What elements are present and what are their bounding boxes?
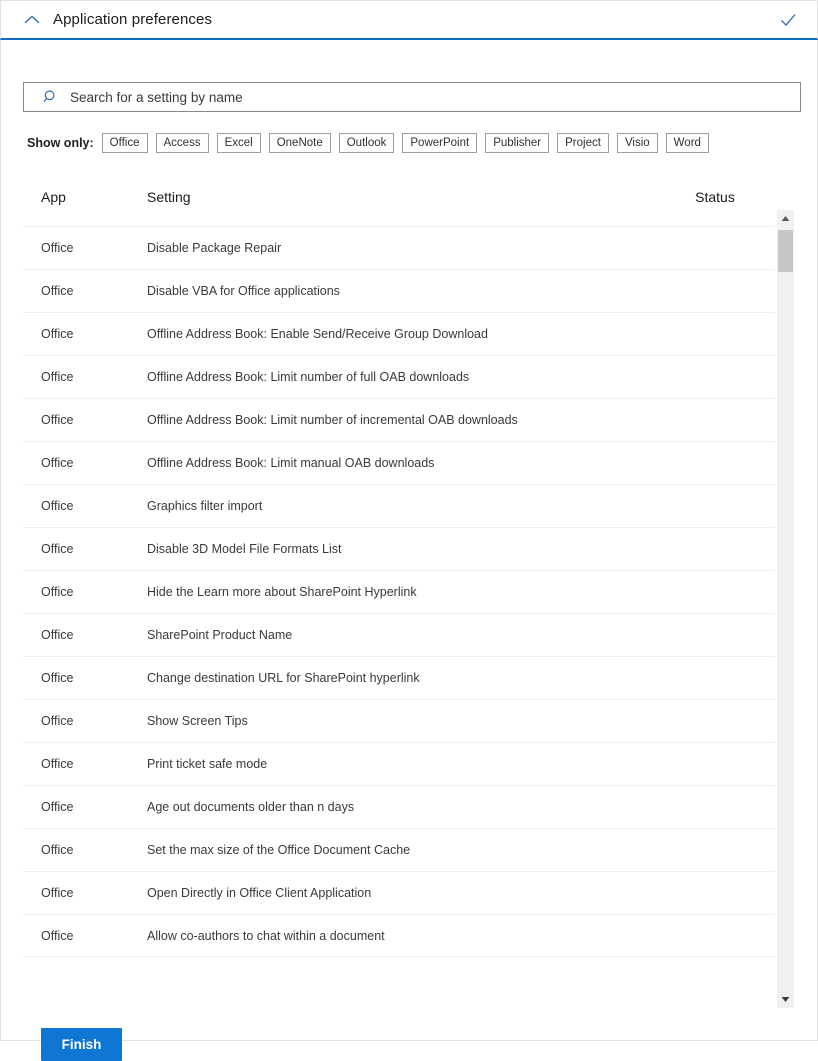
table-row[interactable]: Office Set the max size of the Office Doc… bbox=[23, 828, 775, 871]
cell-setting: Graphics filter import bbox=[147, 499, 263, 513]
cell-app: Office bbox=[41, 370, 74, 384]
filter-chip-office[interactable]: Office bbox=[101, 133, 148, 153]
cell-app: Office bbox=[41, 413, 74, 427]
cell-setting: Offline Address Book: Limit number of in… bbox=[147, 413, 518, 427]
cell-app: Office bbox=[41, 499, 74, 513]
cell-setting: Hide the Learn more about SharePoint Hyp… bbox=[147, 585, 417, 599]
cell-setting: Print ticket safe mode bbox=[147, 757, 268, 771]
cell-app: Office bbox=[41, 671, 74, 685]
filter-chip-excel[interactable]: Excel bbox=[216, 133, 261, 153]
search-box[interactable] bbox=[23, 82, 801, 112]
filter-chip-access[interactable]: Access bbox=[155, 133, 209, 153]
filter-chip-outlook[interactable]: Outlook bbox=[338, 133, 395, 153]
cell-setting: Disable VBA for Office applications bbox=[147, 284, 340, 298]
column-header-app: App bbox=[41, 189, 66, 205]
cell-setting: Age out documents older than n days bbox=[147, 800, 355, 814]
finish-button[interactable]: Finish bbox=[41, 1028, 122, 1061]
cell-setting: SharePoint Product Name bbox=[147, 628, 293, 642]
search-input[interactable] bbox=[70, 89, 792, 105]
show-only-label: Show only: bbox=[27, 136, 94, 150]
table-row[interactable]: Office Print ticket safe mode bbox=[23, 742, 775, 785]
chevron-up-icon[interactable] bbox=[15, 1, 49, 39]
table-header-row: App Setting Status bbox=[23, 168, 775, 226]
table-row[interactable]: Office Age out documents older than n day… bbox=[23, 785, 775, 828]
scroll-up-arrow-icon[interactable] bbox=[777, 210, 794, 227]
table-row[interactable]: Office Disable 3D Model File Formats List bbox=[23, 527, 775, 570]
filter-bar: Show only: Office Access Excel OneNote O… bbox=[27, 132, 717, 154]
cell-app: Office bbox=[41, 757, 74, 771]
table-row[interactable]: Office Disable VBA for Office application… bbox=[23, 269, 775, 312]
cell-setting: Disable 3D Model File Formats List bbox=[147, 542, 342, 556]
cell-app: Office bbox=[41, 843, 74, 857]
cell-setting: Show Screen Tips bbox=[147, 714, 248, 728]
cell-setting: Set the max size of the Office Document … bbox=[147, 843, 411, 857]
table-row[interactable]: Office Show Screen Tips bbox=[23, 699, 775, 742]
checkmark-icon[interactable] bbox=[777, 9, 799, 31]
cell-app: Office bbox=[41, 714, 74, 728]
filter-chip-powerpoint[interactable]: PowerPoint bbox=[402, 133, 478, 153]
table-row[interactable]: Office Allow co-authors to chat within a … bbox=[23, 914, 775, 957]
filter-chip-onenote[interactable]: OneNote bbox=[268, 133, 331, 153]
column-header-status: Status bbox=[695, 189, 735, 205]
cell-app: Office bbox=[41, 456, 74, 470]
cell-app: Office bbox=[41, 800, 74, 814]
filter-chip-project[interactable]: Project bbox=[557, 133, 609, 153]
table-row[interactable]: Office SharePoint Product Name bbox=[23, 613, 775, 656]
scrollbar-thumb[interactable] bbox=[778, 230, 793, 272]
cell-app: Office bbox=[41, 585, 74, 599]
table-row[interactable]: Office Offline Address Book: Limit manual… bbox=[23, 441, 775, 484]
cell-app: Office bbox=[41, 928, 74, 943]
cell-app: Office bbox=[41, 327, 74, 341]
filter-chip-visio[interactable]: Visio bbox=[616, 133, 658, 153]
cell-setting: Allow co-authors to chat within a docume… bbox=[147, 928, 385, 943]
table-body: Office Disable Package Repair Office Disabl… bbox=[23, 226, 775, 957]
scroll-down-arrow-icon[interactable] bbox=[777, 991, 794, 1008]
cell-app: Office bbox=[41, 628, 74, 642]
table-row[interactable]: Office Change destination URL for SharePo… bbox=[23, 656, 775, 699]
cell-setting: Disable Package Repair bbox=[147, 241, 282, 255]
cell-app: Office bbox=[41, 284, 74, 298]
table-row[interactable]: Office Open Directly in Office Client App… bbox=[23, 871, 775, 914]
cell-app: Office bbox=[41, 241, 74, 255]
table-row[interactable]: Office Offline Address Book: Limit number… bbox=[23, 355, 775, 398]
cell-setting: Offline Address Book: Enable Send/Receiv… bbox=[147, 327, 488, 341]
table-row[interactable]: Office Offline Address Book: Limit number… bbox=[23, 398, 775, 441]
table-row[interactable]: Office Hide the Learn more about SharePoi… bbox=[23, 570, 775, 613]
cell-setting: Change destination URL for SharePoint hy… bbox=[147, 671, 420, 685]
cell-setting: Offline Address Book: Limit manual OAB d… bbox=[147, 456, 435, 470]
settings-table: App Setting Status Office Disable Package… bbox=[23, 168, 775, 968]
cell-setting: Open Directly in Office Client Applicati… bbox=[147, 886, 372, 900]
cell-app: Office bbox=[41, 886, 74, 900]
page-title: Application preferences bbox=[53, 11, 213, 28]
column-header-setting: Setting bbox=[147, 189, 191, 205]
filter-chip-word[interactable]: Word bbox=[665, 133, 709, 153]
table-row[interactable]: Office Offline Address Book: Enable Send/… bbox=[23, 312, 775, 355]
application-preferences-panel: Application preferences Show only: Offic… bbox=[0, 0, 818, 1061]
panel-body: Show only: Office Access Excel OneNote O… bbox=[0, 40, 818, 1061]
filter-chip-publisher[interactable]: Publisher bbox=[485, 133, 550, 153]
table-scrollbar[interactable] bbox=[777, 210, 794, 1008]
table-row[interactable]: Office Graphics filter import bbox=[23, 484, 775, 527]
search-icon bbox=[42, 88, 60, 106]
table-row[interactable]: Office Disable Package Repair bbox=[23, 226, 775, 269]
cell-setting: Offline Address Book: Limit number of fu… bbox=[147, 370, 470, 384]
panel-header: Application preferences bbox=[0, 0, 818, 40]
cell-app: Office bbox=[41, 542, 74, 556]
